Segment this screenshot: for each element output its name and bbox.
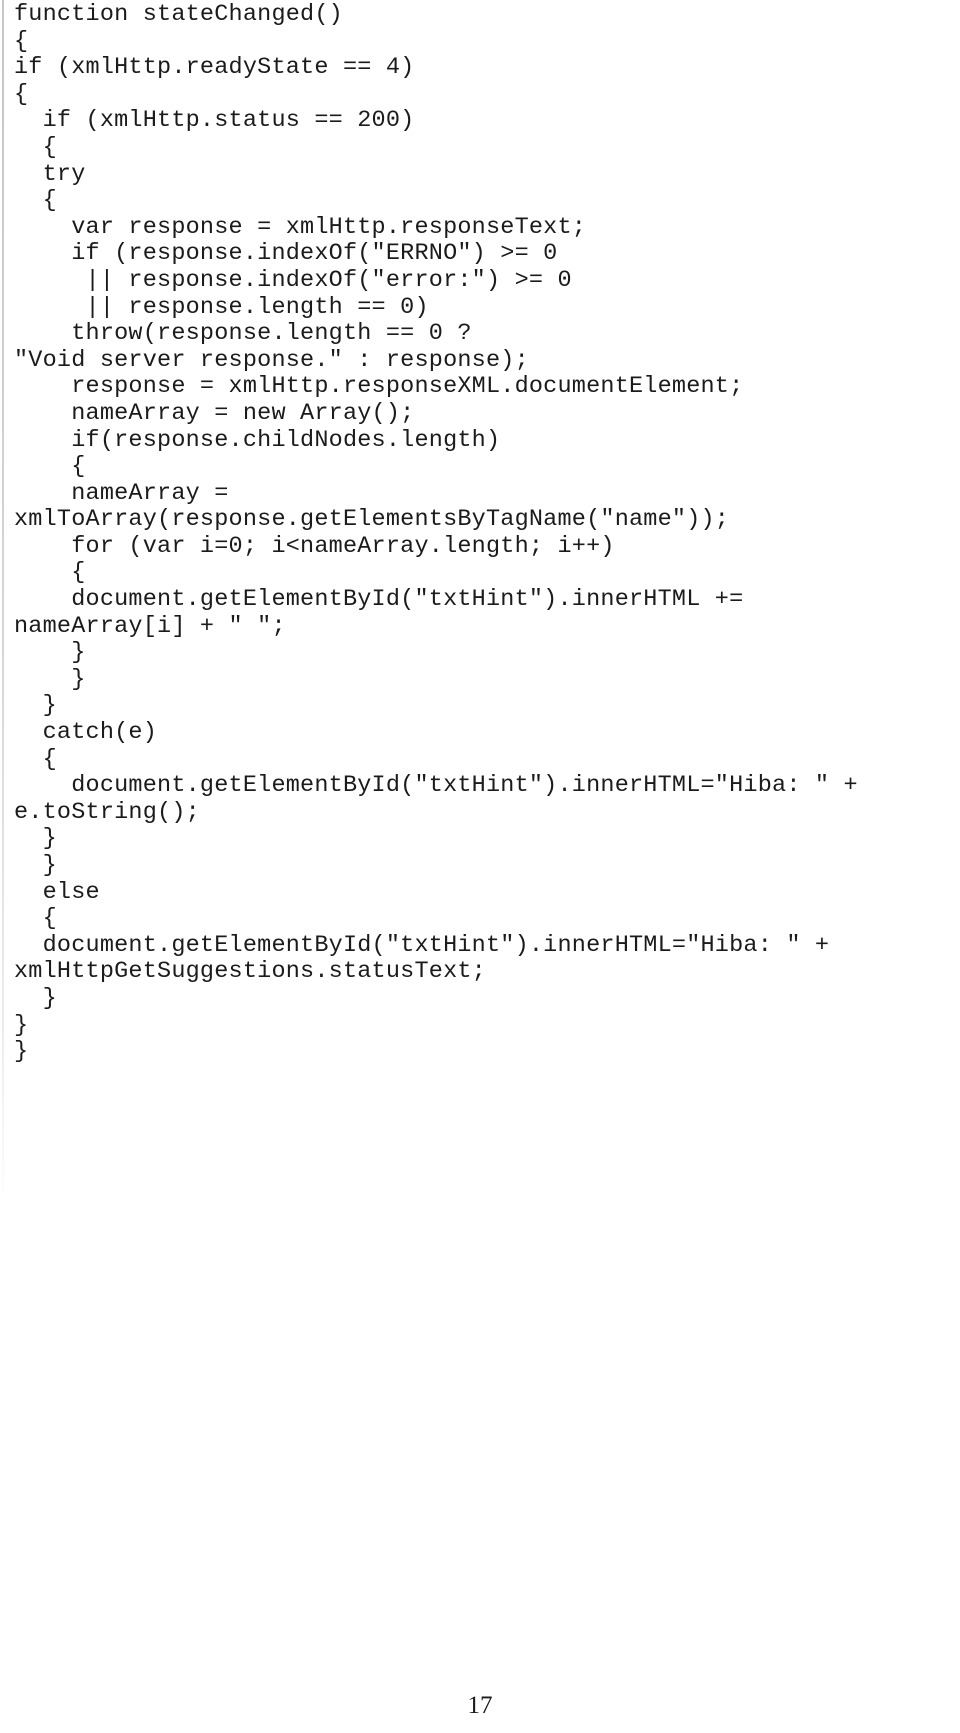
code-line: for (var i=0; i<nameArray.length; i++) <box>14 532 615 560</box>
code-line: } <box>14 639 86 667</box>
code-line: function stateChanged() <box>14 1 343 28</box>
code-line: } <box>14 1011 29 1039</box>
code-line: xmlToArray(response.getElementsByTagName… <box>14 506 730 534</box>
code-line: if (xmlHttp.status == 200) <box>14 107 415 135</box>
code-line: || response.length == 0) <box>14 293 429 321</box>
code-line: nameArray = <box>14 479 229 507</box>
code-line: } <box>14 665 86 693</box>
code-line: } <box>14 825 57 853</box>
code-line: if (xmlHttp.readyState == 4) <box>14 54 415 82</box>
code-line: { <box>14 745 57 773</box>
code-line: response = xmlHttp.responseXML.documentE… <box>14 373 744 401</box>
code-line: if(response.childNodes.length) <box>14 426 501 454</box>
code-line: } <box>14 984 57 1012</box>
code-line: document.getElementById("txtHint").inner… <box>14 772 858 800</box>
code-line: { <box>14 133 57 161</box>
code-line: } <box>14 1038 29 1066</box>
code-line: throw(response.length == 0 ? <box>14 320 472 348</box>
page-number: 17 <box>467 1692 493 1719</box>
code-line: if (response.indexOf("ERRNO") >= 0 <box>14 240 558 268</box>
code-line: document.getElementById("txtHint").inner… <box>14 586 744 614</box>
scanned-document-page: function stateChanged() { if (xmlHttp.re… <box>0 0 960 1733</box>
code-line: { <box>14 453 86 481</box>
code-line: } <box>14 852 57 879</box>
code-line: { <box>14 27 29 55</box>
code-listing: function stateChanged() { if (xmlHttp.re… <box>14 1 960 1066</box>
code-line: } <box>14 692 57 720</box>
code-line: { <box>14 187 57 215</box>
code-line: try <box>14 160 86 188</box>
scan-edge-artifact <box>2 0 4 1190</box>
code-line: else <box>14 878 100 906</box>
code-line: var response = xmlHttp.responseText; <box>14 213 587 241</box>
code-line: e.toString(); <box>14 798 200 826</box>
code-line: { <box>14 905 57 933</box>
code-line: xmlHttpGetSuggestions.statusText; <box>14 958 486 986</box>
code-line: catch(e) <box>14 719 158 747</box>
code-line: "Void server response." : response); <box>14 346 529 374</box>
code-line: document.getElementById("txtHint").inner… <box>14 931 830 959</box>
code-line: { <box>14 559 86 587</box>
code-line: nameArray[i] + " "; <box>14 612 286 640</box>
code-line: { <box>14 80 29 108</box>
code-line: nameArray = new Array(); <box>14 399 415 427</box>
code-line: || response.indexOf("error:") >= 0 <box>14 266 572 294</box>
